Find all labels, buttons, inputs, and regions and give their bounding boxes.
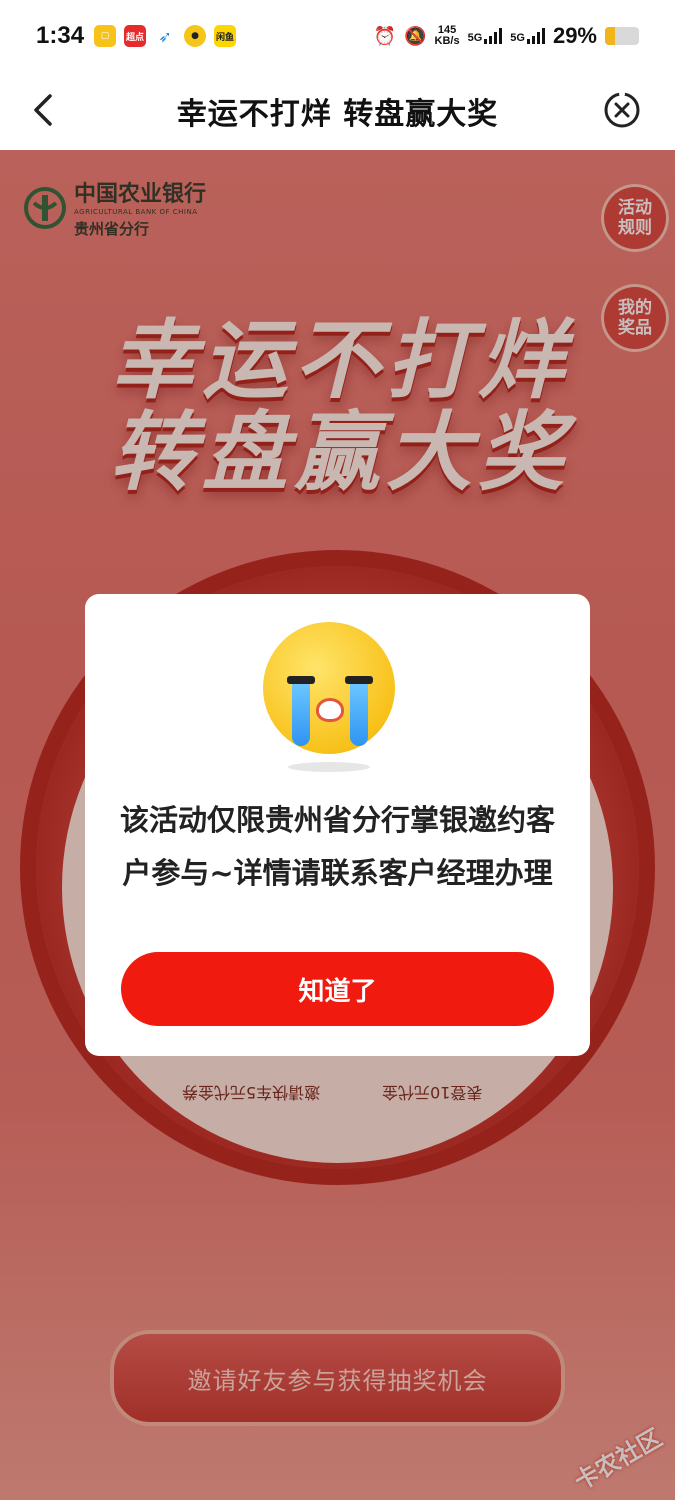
notification-icons: ▢ 超点 ➶ ● 闲鱼 [94, 25, 237, 47]
app-icon-copy: ▢ [94, 25, 117, 47]
confirm-button[interactable]: 知道了 [121, 952, 554, 1026]
app-icon-xianyu: 闲鱼 [214, 25, 237, 47]
signal-2-label: 5G [510, 32, 525, 44]
back-arrow-icon[interactable] [26, 92, 62, 128]
net-speed-unit: KB/s [434, 35, 460, 47]
signal-1: 5G [468, 28, 503, 44]
alarm-icon: ⏰ [373, 25, 397, 46]
dialog-message: 该活动仅限贵州省分行掌银邀约客户参与~详情请联系客户经理办理 [119, 803, 555, 890]
emoji-mouth [316, 698, 344, 722]
emoji-left-eye [287, 676, 315, 684]
emoji-right-tear [350, 684, 368, 746]
emoji-shadow [288, 762, 370, 772]
notice-dialog: 该活动仅限贵州省分行掌银邀约客户参与~详情请联系客户经理办理 知道了 [85, 594, 590, 1056]
app-icon-duck: ● [184, 25, 207, 47]
battery-percent: 29% [552, 23, 597, 48]
mute-icon: 🔕 [404, 25, 427, 46]
crying-face-icon [263, 622, 395, 754]
emoji-left-tear [292, 684, 310, 746]
signal-1-label: 5G [467, 32, 483, 44]
close-miniapp-icon[interactable] [603, 91, 641, 129]
signal-2: 5G [510, 28, 545, 44]
signal-bars-icon [526, 28, 545, 44]
app-icon-chaodian: 超点 [124, 25, 147, 47]
emoji-right-eye [345, 676, 373, 684]
status-time: 1:34 [36, 22, 85, 49]
page-title: 幸运不打烊 转盘赢大奖 [176, 97, 499, 132]
battery-fill [605, 27, 615, 45]
status-right: ⏰ 🔕 145 KB/s 5G 5G 29% [374, 23, 639, 49]
app-icon-bird: ➶ [154, 25, 177, 47]
net-speed: 145 KB/s [435, 25, 460, 47]
battery-icon [605, 27, 639, 45]
nav-bar: 幸运不打烊 转盘赢大奖 [0, 72, 675, 150]
signal-bars-icon [484, 28, 503, 44]
status-bar: 1:34 ▢ 超点 ➶ ● 闲鱼 ⏰ 🔕 145 KB/s 5G 5G 29% [0, 0, 675, 72]
